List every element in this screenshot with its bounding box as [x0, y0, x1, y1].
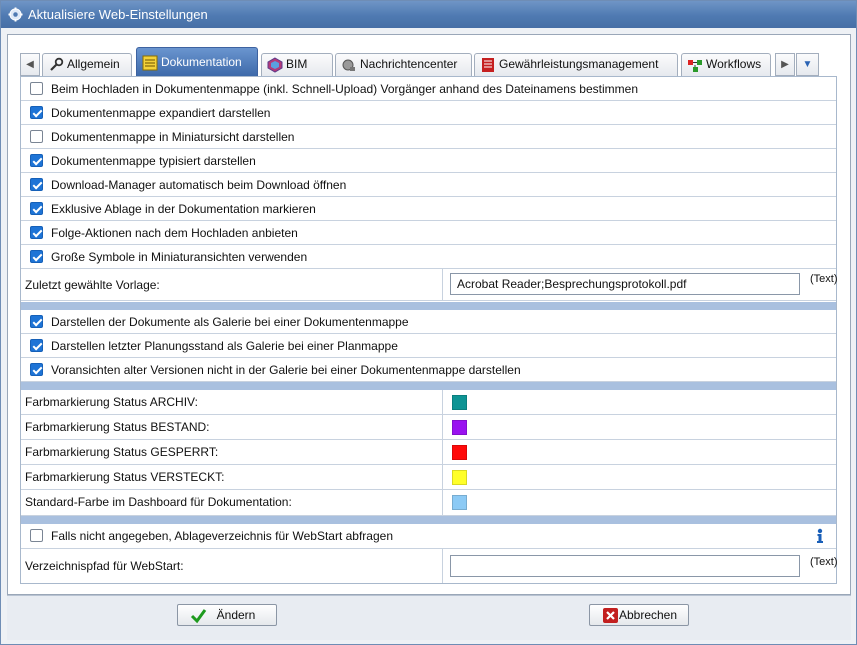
settings-panel: ◀ Allgemein Dokumentation BIM Nachrichte… [7, 34, 851, 595]
chevron-right-icon: ▶ [781, 59, 789, 70]
gear-icon [8, 7, 23, 22]
group-separator [21, 382, 836, 390]
column-divider [442, 490, 443, 515]
checkbox[interactable] [30, 154, 43, 167]
document-list-icon [142, 55, 158, 71]
satellite-icon [342, 59, 355, 71]
setting-row[interactable]: Folge-Aktionen nach dem Hochladen anbiet… [21, 221, 836, 245]
wrench-icon [50, 57, 64, 71]
tab-allgemein[interactable]: Allgemein [42, 53, 132, 76]
color-row: Farbmarkierung Status BESTAND: [21, 415, 836, 440]
chevron-left-icon: ◀ [26, 59, 34, 70]
tab-bim[interactable]: BIM [261, 53, 333, 76]
checkbox[interactable] [30, 106, 43, 119]
warranty-icon [482, 58, 494, 72]
color-swatch-versteckt[interactable] [452, 470, 467, 485]
info-icon[interactable] [815, 528, 825, 544]
settings-window: Aktualisiere Web-Einstellungen ◀ Allgeme… [0, 0, 857, 645]
checkbox[interactable] [30, 202, 43, 215]
setting-row[interactable]: Darstellen der Dokumente als Galerie bei… [21, 310, 836, 334]
setting-row[interactable]: Dokumentenmappe typisiert darstellen [21, 149, 836, 173]
column-divider [442, 390, 443, 414]
type-hint: (Text) [810, 556, 838, 568]
checkbox[interactable] [30, 226, 43, 239]
aendern-button[interactable]: Ändern [177, 604, 277, 626]
column-divider [442, 549, 443, 583]
bim-icon [267, 57, 283, 73]
tab-scroll-right-button[interactable]: ▶ [775, 53, 795, 76]
vorlage-input[interactable]: Acrobat Reader;Besprechungsprotokoll.pdf [450, 273, 800, 295]
tab-gewaehrleistungsmanagement[interactable]: Gewährleistungsmanagement [474, 53, 678, 76]
group-separator [21, 516, 836, 524]
setting-row[interactable]: Exklusive Ablage in der Dokumentation ma… [21, 197, 836, 221]
title-bar: Aktualisiere Web-Einstellungen [1, 1, 856, 28]
setting-row[interactable]: Dokumentenmappe expandiert darstellen [21, 101, 836, 125]
webstart-path-input[interactable] [450, 555, 800, 577]
webstart-path-row: Verzeichnispfad für WebStart: (Text) [21, 549, 838, 583]
setting-row[interactable]: Falls nicht angegeben, Ablageverzeichnis… [21, 524, 836, 549]
column-divider [442, 465, 443, 489]
group-separator [21, 302, 836, 310]
color-swatch-bestand[interactable] [452, 420, 467, 435]
column-divider [442, 440, 443, 464]
checkbox[interactable] [30, 529, 43, 542]
settings-content: Beim Hochladen in Dokumentenmappe (inkl.… [20, 76, 838, 584]
checkbox[interactable] [30, 315, 43, 328]
tab-nachrichtencenter[interactable]: Nachrichtencenter [335, 53, 472, 76]
tab-dokumentation[interactable]: Dokumentation [136, 47, 258, 77]
vorlage-label: Zuletzt gewählte Vorlage: [25, 278, 160, 292]
type-hint: (Text) [810, 273, 838, 285]
tab-bar: ◀ Allgemein Dokumentation BIM Nachrichte… [8, 35, 850, 77]
setting-row[interactable]: Download-Manager automatisch beim Downlo… [21, 173, 836, 197]
checkbox[interactable] [30, 363, 43, 376]
vorlage-row: Zuletzt gewählte Vorlage: Acrobat Reader… [21, 269, 838, 301]
color-swatch-archiv[interactable] [452, 395, 467, 410]
tab-workflows[interactable]: Workflows [681, 53, 771, 76]
checkbox[interactable] [30, 178, 43, 191]
color-row: Farbmarkierung Status ARCHIV: [21, 390, 836, 415]
window-title: Aktualisiere Web-Einstellungen [28, 7, 208, 22]
tab-menu-button[interactable]: ▼ [796, 53, 819, 76]
column-divider [442, 269, 443, 300]
setting-row[interactable]: Voransichten alter Versionen nicht in de… [21, 358, 836, 382]
cancel-x-icon [603, 608, 618, 623]
checkbox[interactable] [30, 250, 43, 263]
color-row: Farbmarkierung Status GESPERRT: [21, 440, 836, 465]
checkbox[interactable] [30, 82, 43, 95]
setting-row[interactable]: Dokumentenmappe in Miniatursicht darstel… [21, 125, 836, 149]
setting-row[interactable]: Beim Hochladen in Dokumentenmappe (inkl.… [21, 77, 836, 101]
color-swatch-dashboard[interactable] [452, 495, 467, 510]
color-swatch-gesperrt[interactable] [452, 445, 467, 460]
abbrechen-button[interactable]: Abbrechen [589, 604, 689, 626]
setting-row[interactable]: Darstellen letzter Planungsstand als Gal… [21, 334, 836, 358]
color-row: Farbmarkierung Status VERSTECKT: [21, 465, 836, 490]
checkbox[interactable] [30, 339, 43, 352]
workflow-icon [688, 60, 702, 72]
checkmark-icon [190, 609, 207, 624]
chevron-down-icon: ▼ [802, 59, 813, 70]
color-row: Standard-Farbe im Dashboard für Dokument… [21, 490, 836, 516]
setting-row[interactable]: Große Symbole in Miniaturansichten verwe… [21, 245, 836, 269]
button-bar: Ändern Abbrechen [7, 595, 851, 640]
checkbox[interactable] [30, 130, 43, 143]
column-divider [442, 415, 443, 439]
tab-scroll-left-button[interactable]: ◀ [20, 53, 40, 76]
